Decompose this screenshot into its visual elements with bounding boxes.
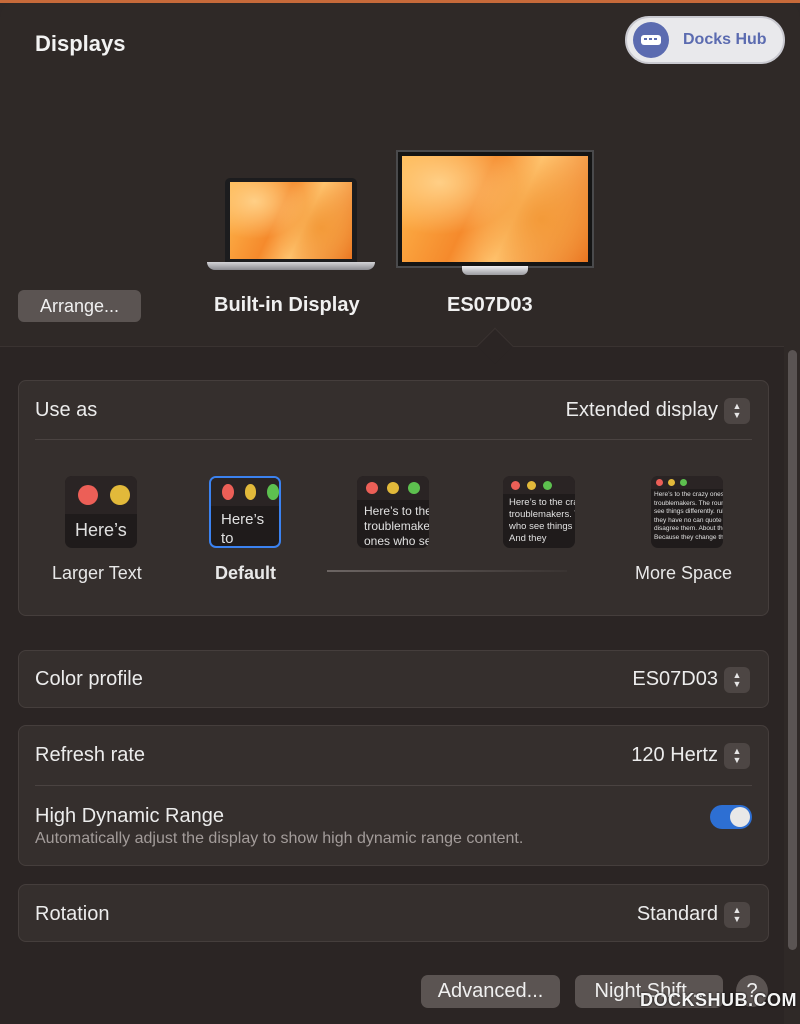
divider [35,439,752,440]
zoom-dot-icon [543,480,552,490]
chevron-down-icon: ▼ [732,755,742,765]
refresh-hdr-card: Refresh rate 120 Hertz ▲ ▼ High Dynamic … [18,725,769,866]
use-as-label: Use as [35,399,98,421]
built-in-display-icon[interactable] [207,178,375,274]
refresh-rate-value[interactable]: 120 Hertz [631,744,718,767]
resolution-label-default: Default [215,563,277,583]
close-dot-icon [511,480,520,490]
resolution-more-space[interactable]: Here’s to the crazy ones. troublemakers.… [651,476,723,548]
zoom-dot-icon [680,479,687,486]
rotation-card: Rotation Standard ▲ ▼ [18,884,769,942]
color-profile-value[interactable]: ES07D03 [632,668,718,691]
chevron-down-icon: ▼ [732,914,742,924]
scrollbar[interactable] [786,350,798,1024]
advanced-button[interactable]: Advanced... [421,975,560,1008]
toggle-knob [730,807,750,827]
refresh-rate-stepper[interactable]: ▲ ▼ [724,743,750,769]
color-profile-stepper[interactable]: ▲ ▼ [724,667,750,693]
external-display-icon[interactable] [396,150,594,276]
hdr-label: High Dynamic Range [35,805,224,827]
rotation-label: Rotation [35,903,110,925]
minimize-dot-icon [527,480,536,490]
arrange-button[interactable]: Arrange... [18,290,141,322]
resolution-preview-text: Here’s to the crazy troublemakers. The o… [509,497,575,544]
zoom-dot-icon [267,484,279,500]
hdr-toggle[interactable] [710,805,752,829]
resolution-option-3[interactable]: Here’s to the troublemakers, ones who se… [357,476,429,548]
divider [35,785,752,786]
hdr-description: Automatically adjust the display to show… [35,830,524,847]
use-as-stepper[interactable]: ▲ ▼ [724,398,750,424]
zoom-dot-icon [408,482,420,494]
minimize-dot-icon [387,482,399,494]
minimize-dot-icon [668,479,675,486]
resolution-preview-text: Here’s to the troublemakers, ones who se… [364,504,429,548]
resolution-larger-text[interactable]: Here’s [65,476,137,548]
refresh-rate-label: Refresh rate [35,744,146,766]
close-dot-icon [656,479,663,486]
minimize-dot-icon [110,485,130,505]
resolution-preview-text: Here’s [75,520,127,540]
chevron-down-icon: ▼ [732,410,742,420]
watermark: DOCKSHUB.COM [640,990,797,1010]
color-profile-card: Color profile ES07D03 ▲ ▼ [18,650,769,708]
rotation-stepper[interactable]: ▲ ▼ [724,902,750,928]
resolution-default[interactable]: Here’s to troublem [209,476,281,548]
display-label-external[interactable]: ES07D03 [447,294,533,317]
resolution-preview-text: Here’s to troublem [221,511,265,547]
minimize-dot-icon [244,484,257,500]
resolution-preview-text: Here’s to the crazy ones. troublemakers.… [654,491,723,541]
resolution-label-larger-text: Larger Text [52,563,142,583]
close-dot-icon [222,484,234,500]
color-profile-label: Color profile [35,668,143,690]
close-dot-icon [366,482,378,494]
chevron-down-icon: ▼ [732,679,742,689]
resolution-option-4[interactable]: Here’s to the crazy troublemakers. The o… [503,476,575,548]
rotation-value[interactable]: Standard [637,903,718,926]
resolution-scale-track [327,570,567,572]
display-label-built-in[interactable]: Built-in Display [214,294,360,317]
use-as-value[interactable]: Extended display [566,399,718,422]
resolution-label-more-space: More Space [635,563,733,583]
scroll-thumb[interactable] [788,350,797,950]
close-dot-icon [78,485,98,505]
